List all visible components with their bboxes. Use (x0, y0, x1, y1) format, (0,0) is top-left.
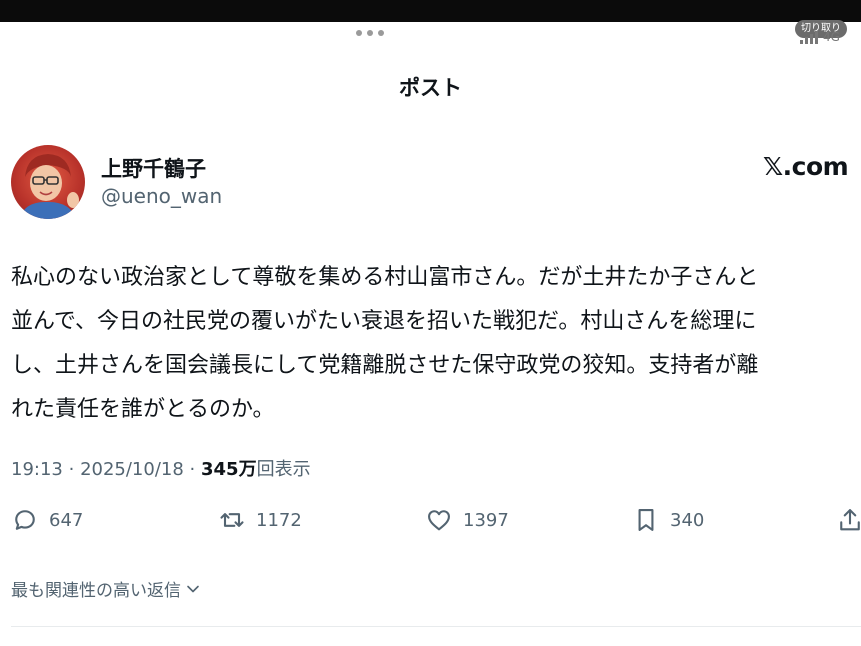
avatar-illustration (19, 154, 79, 219)
reply-button[interactable]: 647 (11, 506, 83, 534)
action-bar: 647 1172 1397 340 (0, 506, 861, 542)
post-time[interactable]: 19:13 (11, 459, 63, 480)
post-text-line: れた責任を誰がとるのか。 (11, 397, 275, 422)
post-date[interactable]: 2025/10/18 (80, 459, 184, 480)
share-button[interactable] (836, 506, 861, 534)
speech-bubble-icon (15, 510, 35, 530)
status-indicators: 4G (800, 30, 840, 44)
reply-count: 647 (49, 509, 84, 531)
post-meta: 19:13 · 2025/10/18 · 345万回表示 (11, 455, 311, 481)
page-title: ポスト (399, 76, 462, 100)
like-button[interactable]: 1397 (425, 506, 509, 534)
repost-arrows-icon (220, 513, 244, 527)
heart-icon (428, 510, 450, 531)
author-display-name[interactable]: 上野千鶴子 (101, 153, 206, 183)
avatar[interactable] (11, 145, 85, 219)
post-text: 私心のない政治家として尊敬を集める村山富市さん。だが土井たか子さんと 並んで、今… (11, 256, 861, 432)
divider (11, 626, 861, 627)
post-text-line: 並んで、今日の社民党の覆いがたい衰退を招いた戦犯だ。村山さんを総理に (11, 309, 757, 334)
like-count: 1397 (463, 509, 509, 531)
meta-separator: · (189, 459, 201, 480)
views-label: 回表示 (256, 459, 311, 480)
bookmark-icon (638, 509, 654, 531)
network-label: 4G (823, 30, 840, 44)
bookmark-button[interactable]: 340 (632, 506, 704, 534)
system-top-bar (0, 0, 861, 22)
share-icon (840, 509, 860, 531)
signal-bars-icon (800, 31, 818, 44)
replies-sort-label: 最も関連性の高い返信 (11, 581, 181, 601)
meta-separator: · (68, 459, 81, 480)
post-text-line: し、土井さんを国会議長にして党籍離脱させた保守政党の狡知。支持者が離 (11, 353, 759, 378)
more-dots-indicator[interactable] (356, 30, 384, 36)
chevron-down-icon (187, 585, 199, 592)
post-text-line: 私心のない政治家として尊敬を集める村山富市さん。だが土井たか子さんと (11, 265, 759, 290)
x-com-watermark: 𝕏.com (763, 152, 849, 181)
repost-count: 1172 (256, 509, 302, 531)
author-handle[interactable]: @ueno_wan (101, 184, 222, 208)
bookmark-count: 340 (670, 509, 705, 531)
views-count: 345万 (201, 459, 257, 480)
repost-button[interactable]: 1172 (218, 506, 302, 534)
replies-sort-dropdown[interactable]: 最も関連性の高い返信 (11, 576, 201, 601)
